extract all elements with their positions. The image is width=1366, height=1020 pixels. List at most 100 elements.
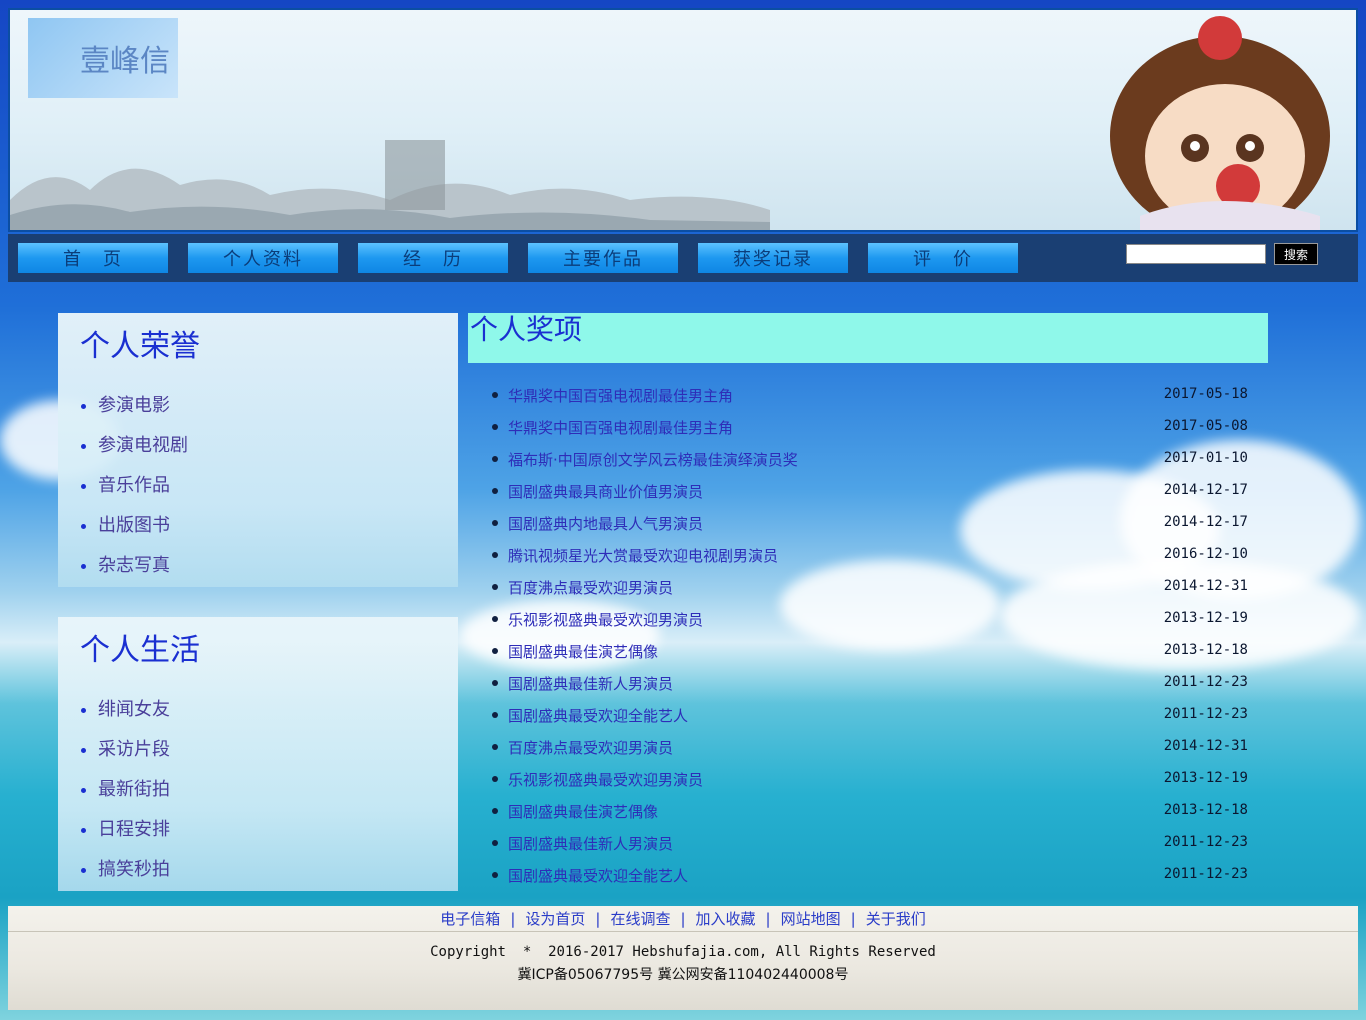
- award-row: 福布斯·中国原创文学风云榜最佳演绎演员奖 2017-01-10: [468, 444, 1268, 476]
- life-item-label[interactable]: 采访片段: [98, 739, 170, 760]
- award-row: 国剧盛典最佳新人男演员 2011-12-23: [468, 668, 1268, 700]
- life-item[interactable]: 采访片段: [98, 737, 170, 777]
- award-title-link[interactable]: 国剧盛典最佳演艺偶像: [508, 801, 658, 822]
- nav-awards[interactable]: 获奖记录: [698, 243, 848, 273]
- award-row: 乐视影视盛典最受欢迎男演员 2013-12-19: [468, 604, 1268, 636]
- award-title-link[interactable]: 国剧盛典最受欢迎全能艺人: [508, 865, 688, 886]
- award-title-link[interactable]: 百度沸点最受欢迎男演员: [508, 737, 673, 758]
- footer-link-survey[interactable]: 在线调查: [610, 908, 670, 929]
- award-date: 2011-12-23: [1163, 834, 1248, 850]
- nav-profile[interactable]: 个人资料: [188, 243, 338, 273]
- bullet-icon: [492, 456, 498, 462]
- honors-item-label[interactable]: 参演电视剧: [98, 435, 188, 456]
- nav-home[interactable]: 首 页: [18, 243, 168, 273]
- footer-separator: |: [765, 909, 771, 928]
- award-title-link[interactable]: 国剧盛典最佳新人男演员: [508, 673, 673, 694]
- award-row: 国剧盛典最受欢迎全能艺人 2011-12-23: [468, 700, 1268, 732]
- award-date: 2013-12-18: [1163, 802, 1248, 818]
- award-row: 国剧盛典最佳演艺偶像 2013-12-18: [468, 636, 1268, 668]
- honors-item-label[interactable]: 音乐作品: [98, 475, 170, 496]
- award-date: 2014-12-31: [1163, 738, 1248, 754]
- bullet-icon: [492, 776, 498, 782]
- award-date: 2014-12-17: [1163, 482, 1248, 498]
- award-title-link[interactable]: 腾讯视频星光大赏最受欢迎电视剧男演员: [508, 545, 778, 566]
- bullet-icon: [492, 424, 498, 430]
- award-date: 2014-12-31: [1163, 578, 1248, 594]
- honors-panel: 个人荣誉 参演电影 参演电视剧 音乐作品 出版图书 杂志写真: [58, 313, 458, 587]
- bullet-icon: [492, 808, 498, 814]
- life-item-label[interactable]: 绯闻女友: [98, 699, 170, 720]
- life-title: 个人生活: [80, 633, 200, 668]
- bullet-icon: [492, 520, 498, 526]
- bullet-icon: [492, 648, 498, 654]
- award-title-link[interactable]: 华鼎奖中国百强电视剧最佳男主角: [508, 385, 733, 406]
- honors-title: 个人荣誉: [80, 329, 200, 364]
- honors-item-label[interactable]: 出版图书: [98, 515, 170, 536]
- footer-link-set-homepage[interactable]: 设为首页: [525, 908, 585, 929]
- search-button[interactable]: 搜索: [1274, 243, 1318, 265]
- site-logo[interactable]: 壹峰信: [28, 18, 178, 98]
- honors-item-label[interactable]: 杂志写真: [98, 555, 170, 576]
- footer-separator: |: [850, 909, 856, 928]
- award-date: 2013-12-19: [1163, 770, 1248, 786]
- award-title-link[interactable]: 国剧盛典最佳演艺偶像: [508, 641, 658, 662]
- award-date: 2016-12-10: [1163, 546, 1248, 562]
- bullet-icon: [492, 392, 498, 398]
- award-row: 华鼎奖中国百强电视剧最佳男主角 2017-05-08: [468, 412, 1268, 444]
- bullet-icon: [492, 712, 498, 718]
- award-row: 腾讯视频星光大赏最受欢迎电视剧男演员 2016-12-10: [468, 540, 1268, 572]
- life-item[interactable]: 搞笑秒拍: [98, 857, 170, 897]
- awards-title: 个人奖项: [468, 313, 1268, 363]
- award-title-link[interactable]: 乐视影视盛典最受欢迎男演员: [508, 609, 703, 630]
- honors-list: 参演电影 参演电视剧 音乐作品 出版图书 杂志写真: [98, 393, 188, 593]
- award-date: 2011-12-23: [1163, 866, 1248, 882]
- award-title-link[interactable]: 国剧盛典最佳新人男演员: [508, 833, 673, 854]
- awards-list: 华鼎奖中国百强电视剧最佳男主角 2017-05-18 华鼎奖中国百强电视剧最佳男主…: [468, 380, 1268, 892]
- honors-item[interactable]: 音乐作品: [98, 473, 188, 513]
- footer-link-email[interactable]: 电子信箱: [440, 908, 500, 929]
- life-item-label[interactable]: 搞笑秒拍: [98, 859, 170, 880]
- icp-record-text: 冀ICP备05067795号 冀公网安备110402440008号: [517, 967, 849, 983]
- life-item-label[interactable]: 最新街拍: [98, 779, 170, 800]
- award-date: 2013-12-19: [1163, 610, 1248, 626]
- award-date: 2013-12-18: [1163, 642, 1248, 658]
- footer-link-sitemap[interactable]: 网站地图: [781, 908, 841, 929]
- footer-link-about[interactable]: 关于我们: [866, 908, 926, 929]
- copyright-text: Copyright * 2016-2017 Hebshufajia.com, A…: [430, 944, 936, 960]
- bullet-icon: [492, 584, 498, 590]
- banner-hills-decoration: [10, 140, 770, 230]
- life-item-label[interactable]: 日程安排: [98, 819, 170, 840]
- award-date: 2017-01-10: [1163, 450, 1248, 466]
- footer-separator: |: [510, 909, 516, 928]
- bullet-icon: [492, 488, 498, 494]
- footer-links: 电子信箱 | 设为首页 | 在线调查 | 加入收藏 | 网站地图 | 关于我们: [8, 906, 1358, 932]
- award-row: 国剧盛典最具商业价值男演员 2014-12-17: [468, 476, 1268, 508]
- nav-works[interactable]: 主要作品: [528, 243, 678, 273]
- award-title-link[interactable]: 国剧盛典最受欢迎全能艺人: [508, 705, 688, 726]
- award-date: 2017-05-08: [1163, 418, 1248, 434]
- footer-link-bookmark[interactable]: 加入收藏: [696, 908, 756, 929]
- award-title-link[interactable]: 福布斯·中国原创文学风云榜最佳演绎演员奖: [508, 449, 798, 470]
- life-item[interactable]: 最新街拍: [98, 777, 170, 817]
- award-row: 乐视影视盛典最受欢迎男演员 2013-12-19: [468, 764, 1268, 796]
- award-title-link[interactable]: 乐视影视盛典最受欢迎男演员: [508, 769, 703, 790]
- nav-reviews[interactable]: 评 价: [868, 243, 1018, 273]
- life-item[interactable]: 绯闻女友: [98, 697, 170, 737]
- honors-item[interactable]: 杂志写真: [98, 553, 188, 593]
- honors-item-label[interactable]: 参演电影: [98, 395, 170, 416]
- life-item[interactable]: 日程安排: [98, 817, 170, 857]
- search-input[interactable]: [1126, 244, 1266, 264]
- header-banner: 壹峰信: [8, 8, 1358, 232]
- award-row: 华鼎奖中国百强电视剧最佳男主角 2017-05-18: [468, 380, 1268, 412]
- honors-item[interactable]: 出版图书: [98, 513, 188, 553]
- nav-experience[interactable]: 经 历: [358, 243, 508, 273]
- honors-item[interactable]: 参演电视剧: [98, 433, 188, 473]
- award-title-link[interactable]: 百度沸点最受欢迎男演员: [508, 577, 673, 598]
- award-title-link[interactable]: 华鼎奖中国百强电视剧最佳男主角: [508, 417, 733, 438]
- bullet-icon: [492, 744, 498, 750]
- footer-separator: |: [595, 909, 601, 928]
- award-title-link[interactable]: 国剧盛典内地最具人气男演员: [508, 513, 703, 534]
- award-row: 国剧盛典最佳新人男演员 2011-12-23: [468, 828, 1268, 860]
- award-title-link[interactable]: 国剧盛典最具商业价值男演员: [508, 481, 703, 502]
- honors-item[interactable]: 参演电影: [98, 393, 188, 433]
